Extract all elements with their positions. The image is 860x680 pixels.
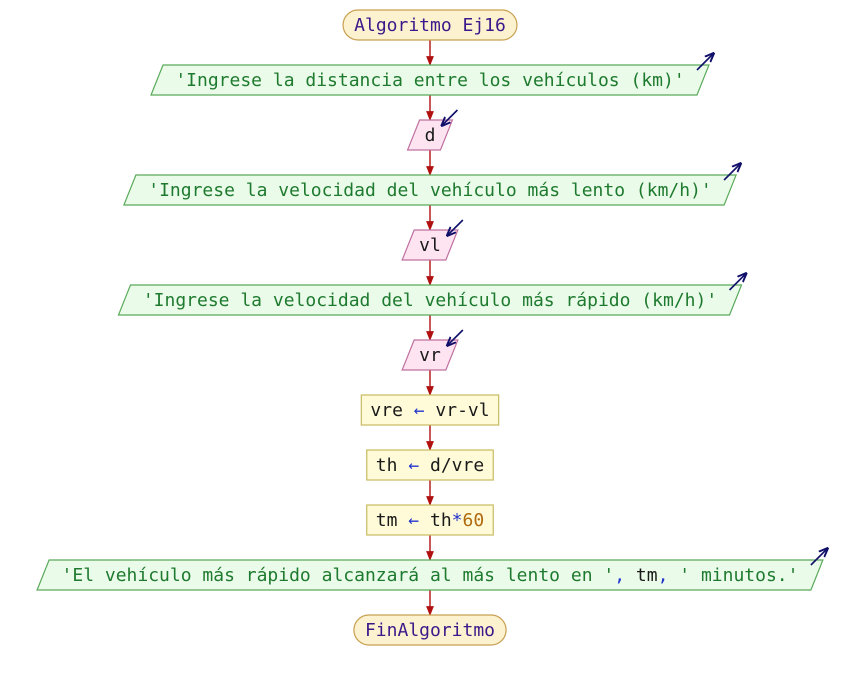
code-token: th [430, 510, 452, 531]
code-token: d [425, 125, 436, 146]
code-token: , [658, 565, 680, 586]
code-token: 'Ingrese la distancia entre los vehículo… [175, 70, 684, 91]
input-variable: vr [419, 345, 441, 366]
end-terminal: FinAlgoritmo [353, 614, 507, 646]
start-terminal: Algoritmo Ej16 [342, 9, 518, 41]
input-step: d [406, 109, 458, 151]
process-text: vre ← vr-vl [370, 400, 489, 421]
process-text: tm ← th*60 [376, 510, 484, 531]
flowchart: Algoritmo Ej16 'Ingrese la distancia entr… [36, 9, 860, 646]
output-step: 'Ingrese la distancia entre los vehículo… [150, 54, 713, 96]
terminal-label: Algoritmo Ej16 [354, 15, 506, 36]
process-step: vre ← vr-vl [360, 394, 500, 426]
code-token: vl [419, 235, 441, 256]
code-token: tm [376, 510, 398, 531]
output-text: 'Ingrese la velocidad del vehículo más r… [143, 290, 717, 311]
output-text: 'El vehículo más rápido alcanzará al más… [62, 565, 799, 586]
code-token: 'Ingrese la velocidad del vehículo más l… [148, 180, 712, 201]
input-variable: vl [419, 235, 441, 256]
code-token: ← [403, 400, 436, 421]
code-token: 'Ingrese la velocidad del vehículo más r… [143, 290, 717, 311]
code-token: ' minutos.' [679, 565, 798, 586]
code-token: , [614, 565, 636, 586]
code-token: th [376, 455, 398, 476]
code-token: vre [370, 400, 403, 421]
input-step: vl [401, 219, 464, 261]
output-step: 'Ingrese la velocidad del vehículo más l… [123, 164, 740, 206]
input-variable: d [425, 125, 436, 146]
code-token: vr-vl [435, 400, 489, 421]
output-step: 'El vehículo más rápido alcanzará al más… [36, 549, 827, 591]
terminal-label: FinAlgoritmo [365, 620, 495, 641]
code-token: 60 [463, 510, 485, 531]
code-token: * [452, 510, 463, 531]
code-token: vr [419, 345, 441, 366]
process-step: tm ← th*60 [366, 504, 494, 536]
input-step: vr [401, 329, 464, 371]
code-token: d/vre [430, 455, 484, 476]
code-token: ← [397, 455, 430, 476]
code-token: ← [397, 510, 430, 531]
output-text: 'Ingrese la velocidad del vehículo más l… [148, 180, 712, 201]
output-text: 'Ingrese la distancia entre los vehículo… [175, 70, 684, 91]
code-token: 'El vehículo más rápido alcanzará al más… [62, 565, 615, 586]
process-text: th ← d/vre [376, 455, 484, 476]
output-step: 'Ingrese la velocidad del vehículo más r… [117, 274, 745, 316]
process-step: th ← d/vre [366, 449, 494, 481]
code-token: tm [636, 565, 658, 586]
shapes-layer: Algoritmo Ej16 'Ingrese la distancia entr… [36, 9, 827, 646]
